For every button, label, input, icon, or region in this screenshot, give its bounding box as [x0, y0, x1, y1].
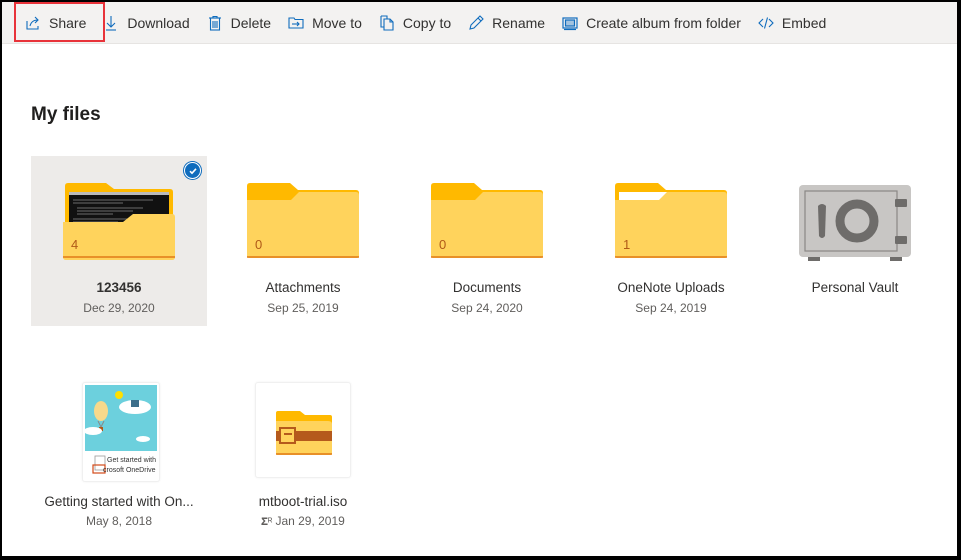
embed-label: Embed — [781, 14, 827, 31]
item-name[interactable]: Personal Vault — [767, 280, 943, 295]
shared-people-icon: 𝚺ᴿ — [261, 517, 273, 528]
pencil-icon — [467, 14, 485, 32]
preview-caption-1: Get started with — [107, 457, 156, 464]
move-to-icon — [287, 14, 305, 32]
folder-tile-123456[interactable]: 4 123456 Dec 29, 2020 — [31, 156, 207, 326]
share-label: Share — [49, 14, 87, 31]
item-name[interactable]: 123456 — [31, 280, 207, 295]
item-count: 0 — [439, 237, 447, 252]
embed-button[interactable]: Embed — [749, 3, 834, 43]
item-count: 1 — [623, 237, 631, 252]
preview-caption-2: crosoft OneDrive — [103, 467, 156, 474]
item-count: 0 — [255, 237, 263, 252]
folder-icon: 0 — [247, 182, 359, 260]
vault-safe-icon — [798, 184, 911, 262]
archive-thumbnail — [255, 382, 351, 478]
item-name[interactable]: Getting started with On... — [31, 494, 207, 509]
item-date: Sep 24, 2019 — [635, 301, 707, 315]
item-name[interactable]: Attachments — [215, 280, 391, 295]
copy-to-label: Copy to — [402, 14, 452, 31]
page-title: My files — [31, 104, 101, 125]
trash-icon — [206, 14, 224, 32]
item-count: 4 — [71, 237, 79, 252]
folder-icon: 0 — [431, 182, 543, 260]
item-date: Jan 29, 2019 — [275, 514, 345, 528]
item-date: Sep 24, 2020 — [451, 301, 523, 315]
code-icon — [757, 14, 775, 32]
download-icon — [102, 14, 120, 32]
command-bar: Share Download Delete Move to Copy to Re… — [2, 2, 957, 44]
item-name[interactable]: OneNote Uploads — [583, 280, 759, 295]
onedrive-window: Share Download Delete Move to Copy to Re… — [2, 2, 957, 556]
file-tile-mtboot-trial[interactable]: mtboot-trial.iso 𝚺ᴿ Jan 29, 2019 — [215, 382, 391, 552]
folder-tile-attachments[interactable]: 0 Attachments Sep 25, 2019 — [215, 156, 391, 326]
file-tile-getting-started[interactable]: Get started with crosoft OneDrive Gettin… — [31, 382, 207, 552]
folder-tile-onenote-uploads[interactable]: 1 OneNote Uploads Sep 24, 2019 — [583, 156, 759, 326]
share-button[interactable]: Share — [16, 3, 94, 43]
folder-icon: 1 — [615, 182, 727, 260]
selected-checkmark-icon[interactable] — [184, 162, 201, 179]
delete-label: Delete — [230, 14, 272, 31]
personal-vault-tile[interactable]: Personal Vault — [767, 156, 943, 326]
rename-button[interactable]: Rename — [459, 3, 553, 43]
folder-icon: 4 — [63, 182, 175, 260]
move-to-label: Move to — [312, 14, 362, 31]
item-name[interactable]: mtboot-trial.iso — [215, 494, 391, 509]
item-date-row: 𝚺ᴿ Jan 29, 2019 — [215, 514, 391, 528]
folder-tile-documents[interactable]: 0 Documents Sep 24, 2020 — [399, 156, 575, 326]
album-icon — [561, 14, 579, 32]
create-album-label: Create album from folder — [586, 14, 741, 31]
pdf-thumbnail: Get started with crosoft OneDrive — [82, 382, 160, 482]
share-icon — [24, 14, 42, 32]
copy-icon — [378, 14, 396, 32]
item-date: May 8, 2018 — [85, 514, 153, 528]
item-date: Sep 25, 2019 — [267, 301, 339, 315]
create-album-button[interactable]: Create album from folder — [553, 3, 749, 43]
rename-label: Rename — [492, 14, 546, 31]
copy-to-button[interactable]: Copy to — [370, 3, 459, 43]
download-button[interactable]: Download — [94, 3, 197, 43]
move-to-button[interactable]: Move to — [279, 3, 370, 43]
item-date: Dec 29, 2020 — [83, 301, 155, 315]
item-name[interactable]: Documents — [399, 280, 575, 295]
delete-button[interactable]: Delete — [198, 3, 279, 43]
download-label: Download — [127, 14, 190, 31]
